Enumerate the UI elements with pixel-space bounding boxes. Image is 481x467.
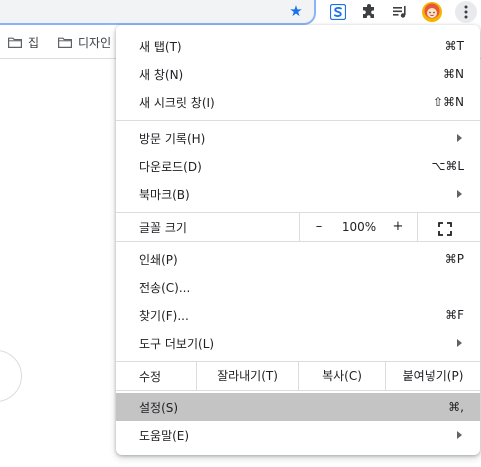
bookmark-label: 디자인 xyxy=(78,35,112,50)
menu-item-shortcut: ⌥⌘L xyxy=(431,159,464,173)
fullscreen-icon[interactable] xyxy=(438,221,452,236)
menu-item-history[interactable]: 방문 기록(H) xyxy=(116,124,480,152)
menu-item-shortcut: ⌘, xyxy=(448,400,464,414)
submenu-arrow-icon xyxy=(457,339,462,347)
bookmark-folder-design[interactable]: 디자인 xyxy=(58,34,111,50)
menu-item-new-window[interactable]: 새 창(N) ⌘N xyxy=(116,60,480,88)
menu-item-label: 도움말(E) xyxy=(139,428,190,443)
copy-button[interactable]: 복사(C) xyxy=(299,362,385,390)
menu-separator xyxy=(116,120,480,121)
zoom-divider xyxy=(299,213,300,241)
menu-item-downloads[interactable]: 다운로드(D) ⌥⌘L xyxy=(116,152,480,180)
media-queue-icon[interactable] xyxy=(389,1,411,23)
menu-row-zoom: 글꼴 크기 xyxy=(116,213,480,241)
extension-s-icon[interactable] xyxy=(327,1,349,23)
menu-item-label: 방문 기록(H) xyxy=(139,131,206,146)
menu-item-shortcut: ⌘N xyxy=(443,67,464,81)
chrome-menu-kebab-icon[interactable] xyxy=(455,1,477,23)
cut-button[interactable]: 잘라내기(T) xyxy=(197,362,298,390)
menu-item-shortcut: ⇧⌘N xyxy=(432,95,464,109)
menu-separator xyxy=(116,390,480,391)
menu-item-label: 찾기(F)... xyxy=(139,308,189,323)
menu-item-bookmarks[interactable]: 북마크(B) xyxy=(116,180,480,208)
zoom-out-button[interactable]: – xyxy=(307,213,331,241)
menu-item-label: 새 창(N) xyxy=(139,67,184,82)
browser-window: ★ 집 디자인 새 탭(T) ⌘T 새 창(N) ⌘N 새 시크릿 창(I) ⇧… xyxy=(0,0,481,467)
menu-item-label: 새 탭(T) xyxy=(139,39,182,54)
menu-item-label: 북마크(B) xyxy=(139,187,190,202)
menu-item-label: 도구 더보기(L) xyxy=(139,336,215,351)
submenu-arrow-icon xyxy=(457,190,462,198)
menu-item-shortcut: ⌘P xyxy=(444,252,464,266)
bookmark-folder-home[interactable]: 집 xyxy=(8,34,39,50)
paste-button[interactable]: 붙여넣기(P) xyxy=(386,362,480,390)
menu-item-label: 전송(C)... xyxy=(139,280,191,295)
extensions-puzzle-icon[interactable] xyxy=(358,1,380,23)
menu-item-new-tab[interactable]: 새 탭(T) ⌘T xyxy=(116,32,480,60)
menu-item-settings[interactable]: 설정(S) ⌘, xyxy=(116,393,480,421)
zoom-label: 글꼴 크기 xyxy=(139,220,187,235)
profile-avatar-icon[interactable] xyxy=(421,1,443,23)
folder-icon xyxy=(8,37,22,48)
browser-toolbar: ★ xyxy=(0,0,481,25)
submenu-arrow-icon xyxy=(457,431,462,439)
page-content-circle xyxy=(0,350,22,402)
menu-item-label: 새 시크릿 창(I) xyxy=(139,95,215,110)
menu-item-find[interactable]: 찾기(F)... ⌘F xyxy=(116,301,480,329)
zoom-in-button[interactable]: + xyxy=(386,213,410,241)
menu-item-help[interactable]: 도움말(E) xyxy=(116,421,480,449)
menu-item-label: 설정(S) xyxy=(139,400,179,415)
chrome-main-menu: 새 탭(T) ⌘T 새 창(N) ⌘N 새 시크릿 창(I) ⇧⌘N 방문 기록… xyxy=(116,25,480,455)
zoom-level-value: 100% xyxy=(341,220,377,234)
submenu-arrow-icon xyxy=(457,134,462,142)
zoom-divider xyxy=(417,213,418,241)
menu-separator xyxy=(116,241,480,242)
folder-icon xyxy=(58,37,72,48)
menu-item-more-tools[interactable]: 도구 더보기(L) xyxy=(116,329,480,357)
menu-item-print[interactable]: 인쇄(P) ⌘P xyxy=(116,245,480,273)
address-bar[interactable] xyxy=(0,0,316,25)
menu-item-new-incognito[interactable]: 새 시크릿 창(I) ⇧⌘N xyxy=(116,88,480,116)
menu-item-cast[interactable]: 전송(C)... xyxy=(116,273,480,301)
menu-item-shortcut: ⌘F xyxy=(445,308,464,322)
menu-item-label: 다운로드(D) xyxy=(139,159,202,174)
menu-item-label: 인쇄(P) xyxy=(139,252,178,267)
bookmark-label: 집 xyxy=(28,35,40,50)
menu-item-shortcut: ⌘T xyxy=(444,39,464,53)
bookmark-star-icon[interactable]: ★ xyxy=(287,2,305,20)
